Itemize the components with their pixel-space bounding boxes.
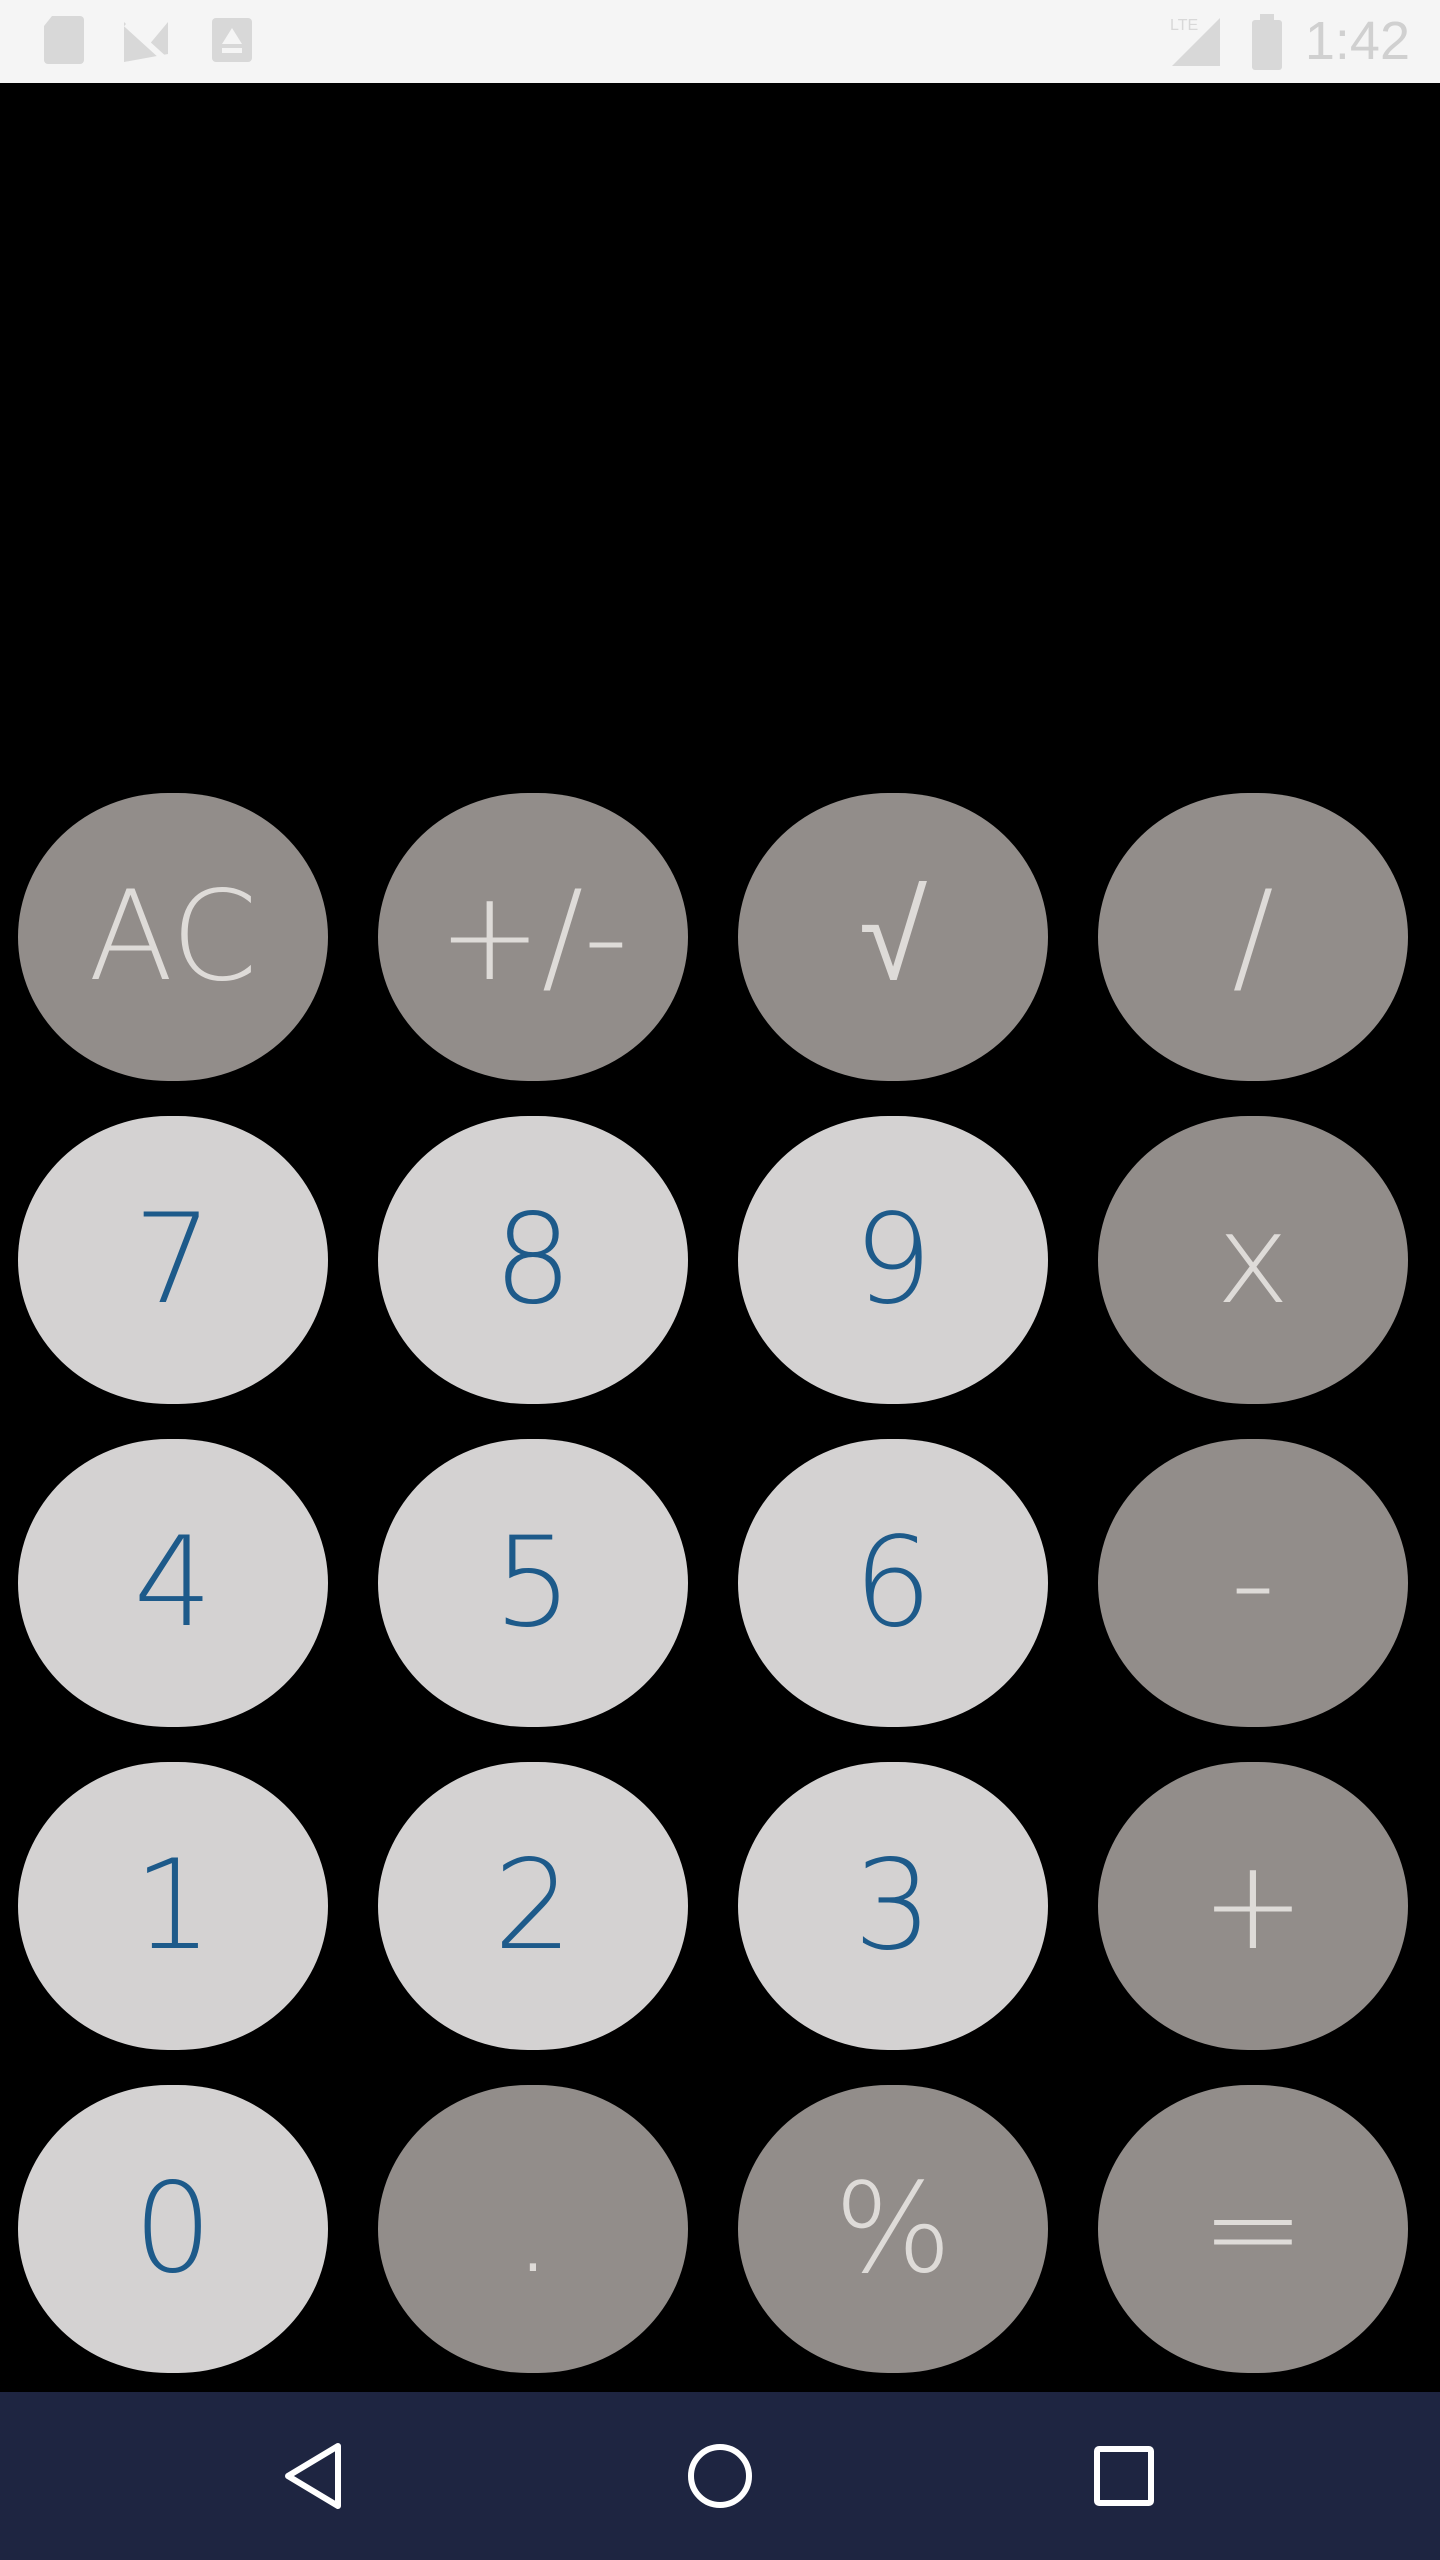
digit-8-button[interactable]: 8 [378,1116,688,1404]
digit-0-button[interactable]: 0 [18,2085,328,2373]
navigation-bar [0,2392,1440,2560]
download-icon [212,18,252,62]
digit-2-button[interactable]: 2 [378,1762,688,2050]
add-button[interactable]: + [1098,1762,1408,2050]
calculator-display [0,83,1440,783]
subtract-button[interactable]: - [1098,1439,1408,1727]
back-icon[interactable] [276,2436,356,2516]
equals-button[interactable]: = [1098,2085,1408,2373]
decimal-button[interactable]: . [378,2085,688,2373]
recents-icon[interactable] [1084,2436,1164,2516]
digit-5-button[interactable]: 5 [378,1439,688,1727]
clear-button[interactable]: AC [18,793,328,1081]
divide-button[interactable]: / [1098,793,1408,1081]
sd-card-icon [44,16,84,64]
signal-icon: LTE [1170,17,1220,66]
no-signal-icon [123,21,173,66]
digit-7-button[interactable]: 7 [18,1116,328,1404]
clock: 1:42 [1304,11,1410,71]
digit-9-button[interactable]: 9 [738,1116,1048,1404]
multiply-button[interactable]: x [1098,1116,1408,1404]
digit-3-button[interactable]: 3 [738,1762,1048,2050]
status-bar: LTE 1:42 [0,0,1440,83]
square-root-button[interactable]: √ [738,793,1048,1081]
digit-1-button[interactable]: 1 [18,1762,328,2050]
battery-icon [1252,14,1282,70]
percent-button[interactable]: % [738,2085,1048,2373]
network-type-label: LTE [1170,17,1198,34]
sign-toggle-button[interactable]: +/- [378,793,688,1081]
digit-4-button[interactable]: 4 [18,1439,328,1727]
digit-6-button[interactable]: 6 [738,1439,1048,1727]
home-icon[interactable] [680,2436,760,2516]
